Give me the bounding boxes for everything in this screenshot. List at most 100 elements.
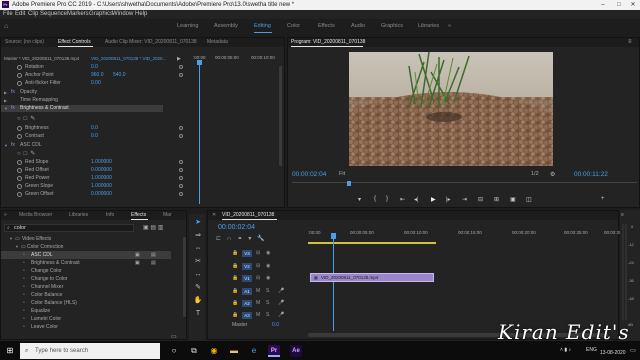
workspace-libraries[interactable]: Libraries <box>418 19 439 34</box>
prop-value[interactable]: 0.0 <box>91 64 98 71</box>
track-label[interactable]: A1 <box>242 288 252 295</box>
menu-help[interactable]: Help <box>135 10 147 19</box>
program-playhead[interactable] <box>347 181 351 186</box>
reset-icon[interactable] <box>179 160 183 164</box>
edge-icon[interactable]: e <box>248 345 260 357</box>
fx-badge[interactable]: fx <box>11 142 15 149</box>
stopwatch-icon[interactable] <box>17 168 22 173</box>
razor-tool-icon[interactable]: ✂ <box>193 257 203 267</box>
minimize-button[interactable]: – <box>596 0 610 10</box>
add-button-icon[interactable]: + <box>601 196 605 202</box>
tab-metadata[interactable]: Metadata <box>207 38 228 47</box>
play-icon[interactable]: ▶ <box>431 196 436 203</box>
prop-value[interactable]: 1.000000 <box>91 183 112 190</box>
menu-file[interactable]: File <box>3 10 13 19</box>
notifications-icon[interactable]: ▭ <box>627 345 639 357</box>
lock-icon[interactable]: 🔒 <box>232 264 238 269</box>
slip-tool-icon[interactable]: ↔ <box>193 270 203 280</box>
reset-icon[interactable] <box>179 126 183 130</box>
step-back-icon[interactable]: ◂| <box>414 196 419 203</box>
collapse-icon[interactable]: ▼ <box>4 105 8 112</box>
eye-icon[interactable]: ◉ <box>266 276 270 281</box>
mic-icon[interactable]: 🎤 <box>278 301 284 306</box>
expand-icon[interactable]: ▶ <box>4 89 7 96</box>
stopwatch-icon[interactable] <box>17 73 22 78</box>
windows-start-icon[interactable]: ⊞ <box>4 345 16 357</box>
menu-window[interactable]: Window <box>112 10 133 19</box>
timeline-settings-icon[interactable]: 🔧 <box>257 236 270 242</box>
lock-icon[interactable]: 🔒 <box>232 289 238 294</box>
ellipse-mask-icon[interactable]: ○ <box>17 151 24 157</box>
workspace-overflow-icon[interactable]: » <box>448 19 451 34</box>
pen-tool-icon[interactable]: ✎ <box>193 283 203 293</box>
tree-video-effects[interactable]: ▼ ▭ Video Effects <box>1 235 188 243</box>
fx-badge[interactable]: fx <box>11 89 15 96</box>
timeline-timecode[interactable]: 00:00:02:04 <box>218 224 255 231</box>
expand-icon[interactable]: ▶ <box>4 97 7 104</box>
stopwatch-icon[interactable] <box>17 160 22 165</box>
collapse-icon[interactable]: ▼ <box>9 235 13 243</box>
network-icon[interactable]: ▮ <box>564 347 567 353</box>
mute-icon[interactable]: M <box>256 313 260 318</box>
extract-icon[interactable]: ⊞ <box>494 196 499 203</box>
tab-audio-clip-mixer[interactable]: Audio Clip Mixer: VID_20200811_070138 <box>105 38 197 47</box>
tab-media-browser[interactable]: Media Browser <box>19 211 52 220</box>
nest-icon[interactable]: ⊏ <box>216 236 227 242</box>
panel-overflow-icon[interactable]: » <box>4 211 7 220</box>
reset-icon[interactable] <box>179 184 183 188</box>
reset-icon[interactable] <box>179 192 183 196</box>
yuv-effects-icon[interactable]: ▥ <box>158 225 164 231</box>
pen-mask-icon[interactable]: ✎ <box>30 116 38 122</box>
workspace-graphics[interactable]: Graphics <box>381 19 403 34</box>
chevron-up-icon[interactable]: ˄ <box>560 347 563 353</box>
tree-lumetri-color[interactable]: ▫ Lumetri Color <box>1 315 188 323</box>
premiere-taskbar-icon[interactable]: Pr <box>268 345 280 357</box>
effect-asc-cdl[interactable]: ▼ fx ASC CDL <box>1 142 191 149</box>
panel-menu-icon[interactable]: ≡ <box>628 39 632 45</box>
type-tool-icon[interactable]: T <box>193 309 203 319</box>
workspace-assembly[interactable]: Assembly <box>214 19 238 34</box>
timeline-playhead[interactable] <box>333 239 334 331</box>
workspace-audio[interactable]: Audio <box>351 19 365 34</box>
menu-graphics[interactable]: Graphics <box>89 10 113 19</box>
hand-tool-icon[interactable]: ✋ <box>193 296 203 306</box>
solo-icon[interactable]: S <box>266 313 270 318</box>
fx-badge[interactable]: fx <box>11 105 15 112</box>
toggle-sync-icon[interactable]: ⊟ <box>256 264 260 269</box>
program-timecode[interactable]: 00:00:02:04 <box>292 171 326 178</box>
prop-value[interactable]: 0.0 <box>91 125 98 132</box>
stopwatch-icon[interactable] <box>17 192 22 197</box>
timeline-clip[interactable]: ▦ VID_20200811_070138.mp4 <box>310 273 434 282</box>
work-area-bar[interactable] <box>308 242 436 244</box>
tree-change-color[interactable]: ▫ Change Color <box>1 267 188 275</box>
linked-selection-icon[interactable]: ⚭ <box>237 236 248 242</box>
toggle-sync-icon[interactable]: ⊟ <box>256 251 260 256</box>
tree-channel-mixer[interactable]: ▫ Channel Mixer <box>1 283 188 291</box>
stopwatch-icon[interactable] <box>17 184 22 189</box>
mark-in-icon[interactable]: { <box>374 196 376 202</box>
lock-icon[interactable]: 🔒 <box>232 276 238 281</box>
pen-mask-icon[interactable]: ✎ <box>30 151 38 157</box>
taskbar-search-input[interactable]: ⌕ Type here to search <box>20 343 160 359</box>
collapse-icon[interactable]: ▼ <box>15 243 19 251</box>
go-to-in-icon[interactable]: ⇤ <box>400 196 405 203</box>
stopwatch-icon[interactable] <box>17 134 22 139</box>
lock-icon[interactable]: 🔒 <box>232 251 238 256</box>
track-select-tool-icon[interactable]: ⇒ <box>193 231 203 241</box>
task-view-icon[interactable]: ○ <box>168 345 180 357</box>
lift-icon[interactable]: ⊟ <box>478 196 483 203</box>
track-label[interactable]: V2 <box>242 263 252 270</box>
effects-search-input[interactable]: ⌕ color <box>4 224 134 232</box>
after-effects-taskbar-icon[interactable]: Ae <box>290 345 302 357</box>
eye-icon[interactable]: ◉ <box>266 264 270 269</box>
timeline-ruler[interactable]: :00:00 00:00:05:00 00:00:10:00 00:00:15:… <box>308 225 628 241</box>
prop-value[interactable]: 0.000000 <box>91 167 112 174</box>
fit-dropdown[interactable]: Fit <box>339 171 345 177</box>
tree-color-correction[interactable]: ▼ ▭ Color Correction <box>1 243 188 251</box>
prop-value[interactable]: 1.000000 <box>91 159 112 166</box>
ec-playhead[interactable] <box>199 64 200 204</box>
workspace-learning[interactable]: Learning <box>177 19 198 34</box>
tree-equalize[interactable]: ▫ Equalize <box>1 307 188 315</box>
reset-icon[interactable] <box>179 168 183 172</box>
solo-icon[interactable]: S <box>266 301 270 306</box>
